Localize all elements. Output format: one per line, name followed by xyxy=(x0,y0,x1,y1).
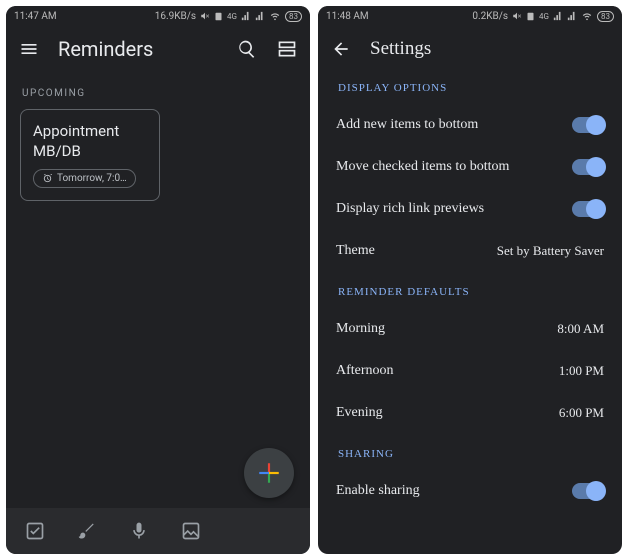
back-button[interactable] xyxy=(330,38,352,60)
image-icon xyxy=(181,521,201,541)
section-display: DISPLAY OPTIONS xyxy=(338,82,602,94)
row-label: Display rich link previews xyxy=(336,201,484,217)
row-value: 8:00 AM xyxy=(557,321,604,337)
search-icon xyxy=(237,39,257,59)
app-bar: Reminders xyxy=(6,26,310,72)
signal-icon xyxy=(241,11,251,21)
mute-icon xyxy=(200,11,210,21)
row-add-bottom[interactable]: Add new items to bottom xyxy=(336,104,604,146)
wifi-icon xyxy=(581,11,593,21)
row-label: Enable sharing xyxy=(336,483,420,499)
status-net: 16.9KB/s xyxy=(155,11,196,22)
app-bar: Settings xyxy=(318,26,622,72)
row-move-checked[interactable]: Move checked items to bottom xyxy=(336,146,604,188)
status-time: 11:48 AM xyxy=(326,11,369,22)
row-value: 1:00 PM xyxy=(559,363,604,379)
search-button[interactable] xyxy=(236,38,258,60)
signal-icon-2 xyxy=(567,11,577,21)
reminder-card[interactable]: Appointment MB/DB Tomorrow, 7:0… xyxy=(20,109,160,201)
row-label: Theme xyxy=(336,243,375,259)
toggle-rich-link[interactable] xyxy=(572,201,604,217)
settings-content: DISPLAY OPTIONS Add new items to bottom … xyxy=(318,72,622,554)
row-label: Morning xyxy=(336,321,385,337)
mute-icon xyxy=(512,11,522,21)
toggle-add-bottom[interactable] xyxy=(572,117,604,133)
sim-icon xyxy=(214,12,223,21)
row-label: Evening xyxy=(336,405,383,421)
section-upcoming: UPCOMING xyxy=(22,88,294,99)
plus-multicolor-icon xyxy=(256,460,282,486)
arrow-left-icon xyxy=(331,39,351,59)
reminders-content: UPCOMING Appointment MB/DB Tomorrow, 7:0… xyxy=(6,72,310,508)
page-title: Settings xyxy=(370,38,610,60)
mic-button[interactable] xyxy=(128,520,150,542)
row-morning[interactable]: Morning 8:00 AM xyxy=(336,308,604,350)
signal-icon-2 xyxy=(255,11,265,21)
section-sharing: SHARING xyxy=(338,448,602,460)
image-button[interactable] xyxy=(180,520,202,542)
row-label: Move checked items to bottom xyxy=(336,159,509,175)
row-afternoon[interactable]: Afternoon 1:00 PM xyxy=(336,350,604,392)
status-bar: 11:48 AM 0.2KB/s 4G 83 xyxy=(318,6,622,26)
row-evening[interactable]: Evening 6:00 PM xyxy=(336,392,604,434)
status-time: 11:47 AM xyxy=(14,11,57,22)
fab-new[interactable] xyxy=(244,448,294,498)
section-defaults: REMINDER DEFAULTS xyxy=(338,286,602,298)
page-title: Reminders xyxy=(58,37,218,61)
view-toggle-button[interactable] xyxy=(276,38,298,60)
bottom-bar xyxy=(6,508,310,554)
reminder-title: Appointment MB/DB xyxy=(33,122,147,161)
row-label: Afternoon xyxy=(336,363,394,379)
battery-pill: 83 xyxy=(285,11,302,22)
status-bar: 11:47 AM 16.9KB/s 4G 83 xyxy=(6,6,310,26)
checkbox-button[interactable] xyxy=(24,520,46,542)
row-label: Add new items to bottom xyxy=(336,117,478,133)
row-value: 6:00 PM xyxy=(559,405,604,421)
hamburger-icon xyxy=(19,39,39,59)
settings-screen: 11:48 AM 0.2KB/s 4G 83 Settings DISPLAY … xyxy=(318,6,622,554)
brush-icon xyxy=(77,521,97,541)
microphone-icon xyxy=(129,521,149,541)
status-right: 0.2KB/s 4G 83 xyxy=(472,11,614,22)
toggle-move-checked[interactable] xyxy=(572,159,604,175)
sim-icon xyxy=(526,12,535,21)
menu-button[interactable] xyxy=(18,38,40,60)
network-badge: 4G xyxy=(539,12,549,21)
grid-view-icon xyxy=(277,39,297,59)
row-rich-link[interactable]: Display rich link previews xyxy=(336,188,604,230)
status-net: 0.2KB/s xyxy=(472,11,508,22)
network-badge: 4G xyxy=(227,12,237,21)
signal-icon xyxy=(553,11,563,21)
checkbox-icon xyxy=(25,521,45,541)
reminder-time-text: Tomorrow, 7:0… xyxy=(57,173,127,184)
row-enable-sharing[interactable]: Enable sharing xyxy=(336,470,604,512)
alarm-icon xyxy=(42,173,53,184)
row-value: Set by Battery Saver xyxy=(497,243,604,259)
wifi-icon xyxy=(269,11,281,21)
status-right: 16.9KB/s 4G 83 xyxy=(155,11,302,22)
toggle-enable-sharing[interactable] xyxy=(572,483,604,499)
reminders-screen: 11:47 AM 16.9KB/s 4G 83 Reminders UPCOMI… xyxy=(6,6,310,554)
row-theme[interactable]: Theme Set by Battery Saver xyxy=(336,230,604,272)
reminder-time-chip: Tomorrow, 7:0… xyxy=(33,169,136,188)
brush-button[interactable] xyxy=(76,520,98,542)
battery-pill: 83 xyxy=(597,11,614,22)
